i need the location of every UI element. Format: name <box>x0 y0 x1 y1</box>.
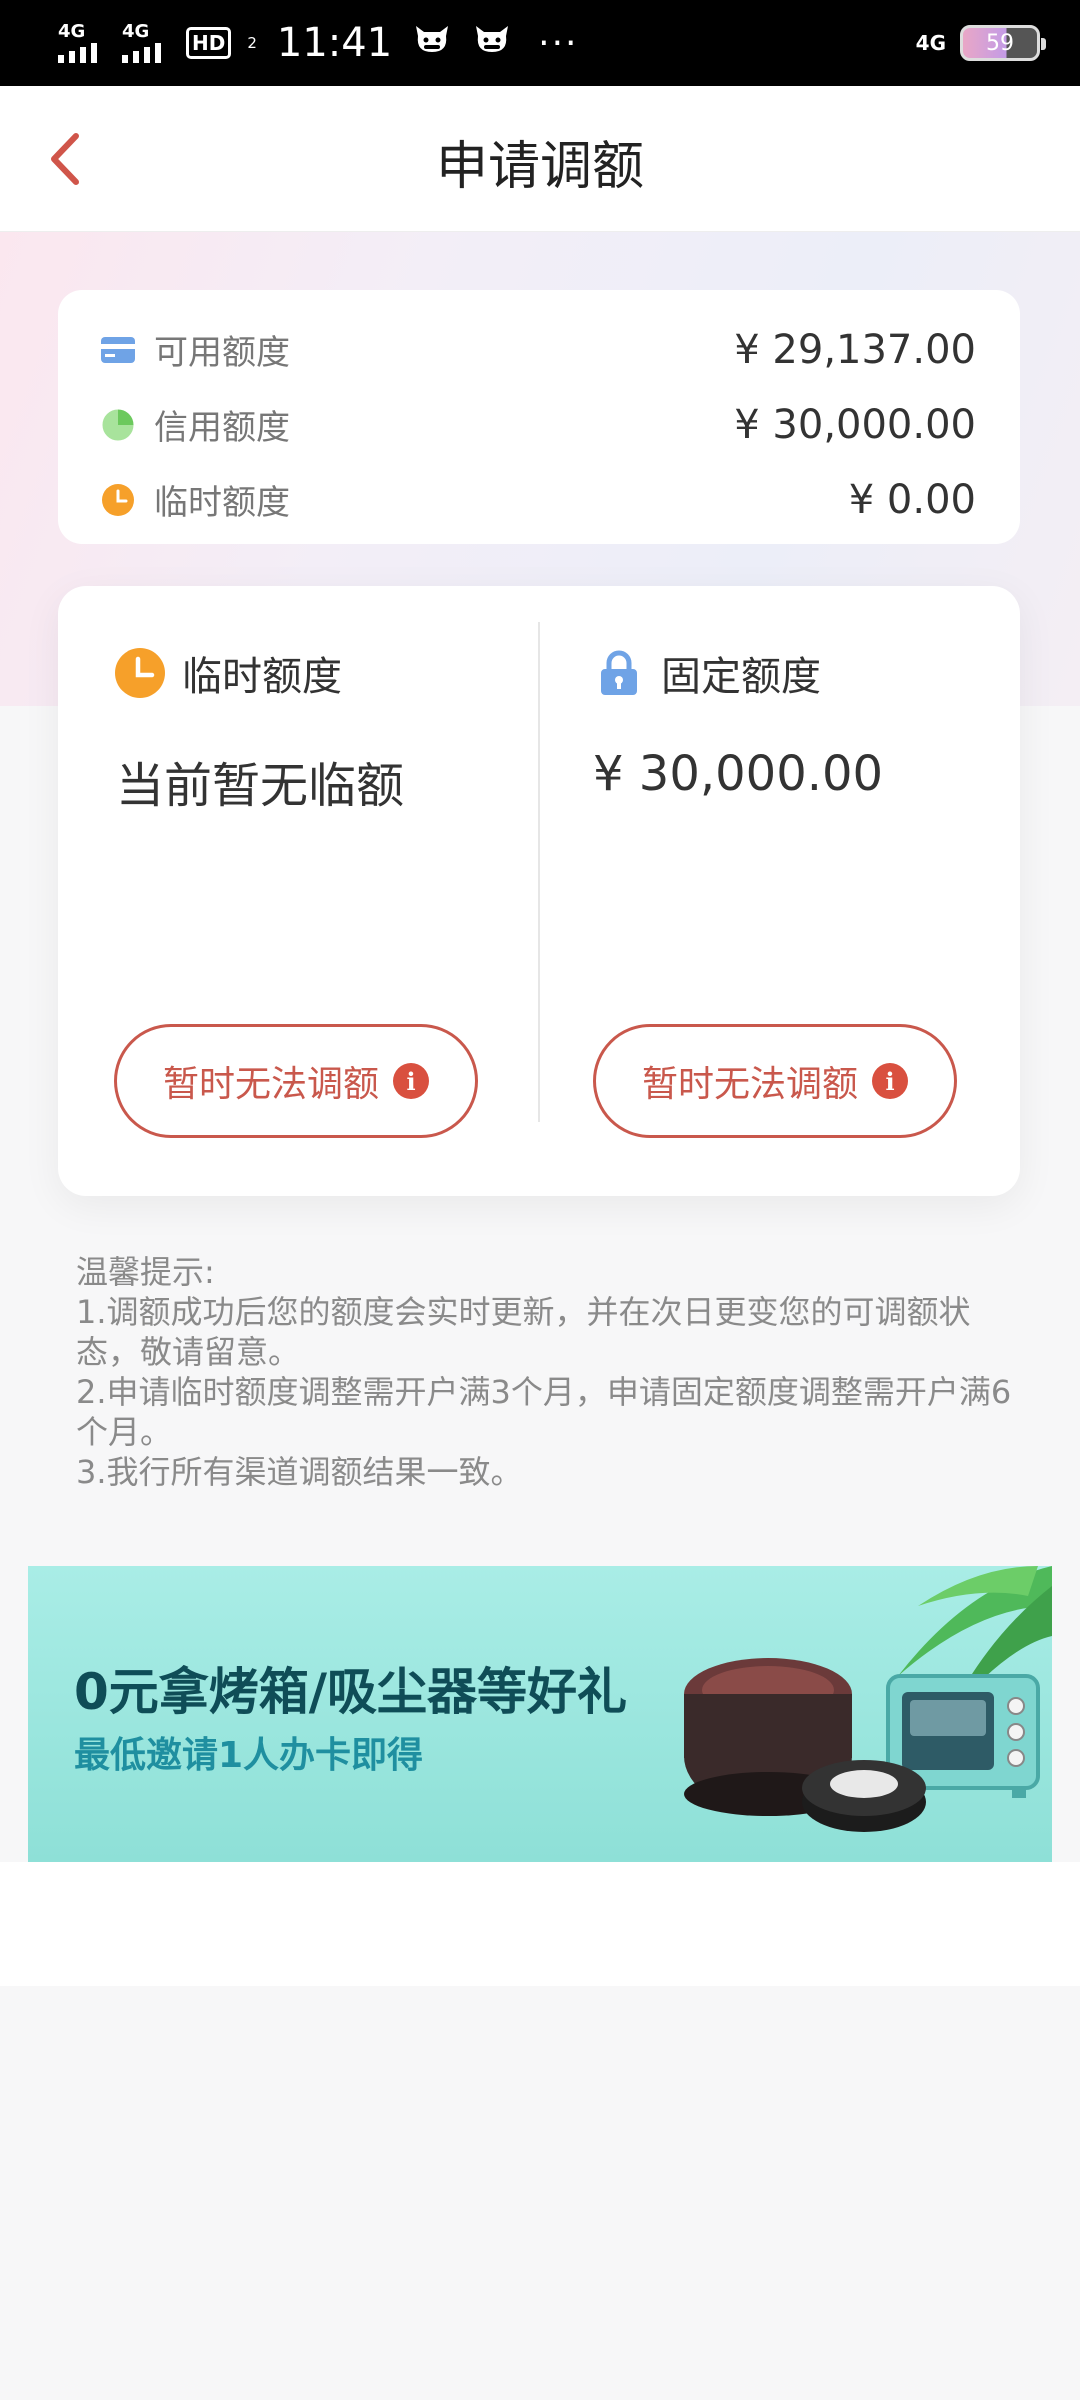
summary-label: 信用额度 <box>154 408 290 448</box>
lock-icon <box>601 650 637 695</box>
cow-icon <box>412 22 452 64</box>
temporary-limit-title: 临时额度 <box>182 654 342 700</box>
nav-bar: 申请调额 <box>0 86 1080 232</box>
hd-icon: HD <box>186 27 232 59</box>
tips-line: 2.申请临时额度调整需开户满3个月，申请固定额度调整需开户满6个月。 <box>76 1373 1012 1451</box>
battery-icon: 59 <box>960 25 1046 61</box>
signal-icon: 4G <box>58 23 108 63</box>
signal-icon: 4G <box>122 23 172 63</box>
tips-section: 温馨提示: 1.调额成功后您的额度会实时更新，并在次日更变您的可调额状态，敬请留… <box>76 1252 1016 1492</box>
summary-value: ¥ 30,000.00 <box>734 401 976 448</box>
signal-label: 4G <box>58 21 86 42</box>
temporary-adjust-button[interactable]: 暂时无法调额 i <box>114 1024 478 1138</box>
status-bar: 4G 4G HD 2 11:41 ··· 4G 59 <box>0 0 1080 86</box>
fixed-adjust-button[interactable]: 暂时无法调额 i <box>593 1024 957 1138</box>
banner-title: 0元拿烤箱/吸尘器等好礼 <box>74 1663 628 1721</box>
signal-label: 4G <box>122 21 150 42</box>
fixed-limit-value: ¥ 30,000.00 <box>593 746 884 802</box>
summary-label: 临时额度 <box>154 483 290 523</box>
adjust-button-label: 暂时无法调额 <box>641 1064 858 1105</box>
cow-icon <box>472 22 512 64</box>
app-screen: 4G 4G HD 2 11:41 ··· 4G 59 申请调额 可用额度 ¥ 2… <box>0 0 1080 2400</box>
info-icon[interactable]: i <box>872 1063 908 1099</box>
hd-sub-label: 2 <box>247 34 257 52</box>
promo-banner[interactable]: 0元拿烤箱/吸尘器等好礼 最低邀请1人办卡即得 <box>28 1566 1052 1862</box>
summary-value: ¥ 29,137.00 <box>734 326 976 373</box>
battery-level: 59 <box>986 30 1014 56</box>
info-icon[interactable]: i <box>393 1063 429 1099</box>
summary-value: ¥ 0.00 <box>848 476 976 523</box>
fixed-limit-panel: 固定额度 ¥ 30,000.00 暂时无法调额 i <box>539 586 1019 1196</box>
card-icon <box>100 332 136 368</box>
appliances-illustration <box>684 1566 1052 1832</box>
tips-line: 1.调额成功后您的额度会实时更新，并在次日更变您的可调额状态，敬请留意。 <box>76 1293 971 1371</box>
limit-summary-card: 可用额度 ¥ 29,137.00 信用额度 ¥ 30,000.00 临时额度 ¥… <box>58 290 1020 544</box>
temporary-limit-panel: 临时额度 当前暂无临额 暂时无法调额 i <box>58 586 538 1196</box>
network-type-label: 4G <box>915 31 946 55</box>
clock-icon <box>100 482 136 518</box>
summary-label: 可用额度 <box>154 333 290 373</box>
adjust-limit-card: 临时额度 当前暂无临额 暂时无法调额 i 固定额度 ¥ 30,000.00 暂时… <box>58 586 1020 1196</box>
tips-heading: 温馨提示: <box>76 1253 215 1291</box>
fixed-limit-title: 固定额度 <box>661 654 821 700</box>
pie-icon <box>100 407 136 443</box>
summary-row-available: 可用额度 ¥ 29,137.00 <box>100 312 976 387</box>
tips-line: 3.我行所有渠道调额结果一致。 <box>76 1453 523 1491</box>
footer-spacer <box>0 1862 1080 1986</box>
temporary-limit-value: 当前暂无临额 <box>116 758 405 814</box>
clock-icon <box>115 648 165 698</box>
clock-time: 11:41 <box>276 20 393 66</box>
page-title: 申请调额 <box>435 137 644 197</box>
summary-row-credit: 信用额度 ¥ 30,000.00 <box>100 387 976 462</box>
summary-row-temporary: 临时额度 ¥ 0.00 <box>100 462 976 537</box>
more-notifications-icon: ··· <box>538 22 579 64</box>
banner-subtitle: 最低邀请1人办卡即得 <box>74 1735 424 1776</box>
adjust-button-label: 暂时无法调额 <box>162 1064 379 1105</box>
